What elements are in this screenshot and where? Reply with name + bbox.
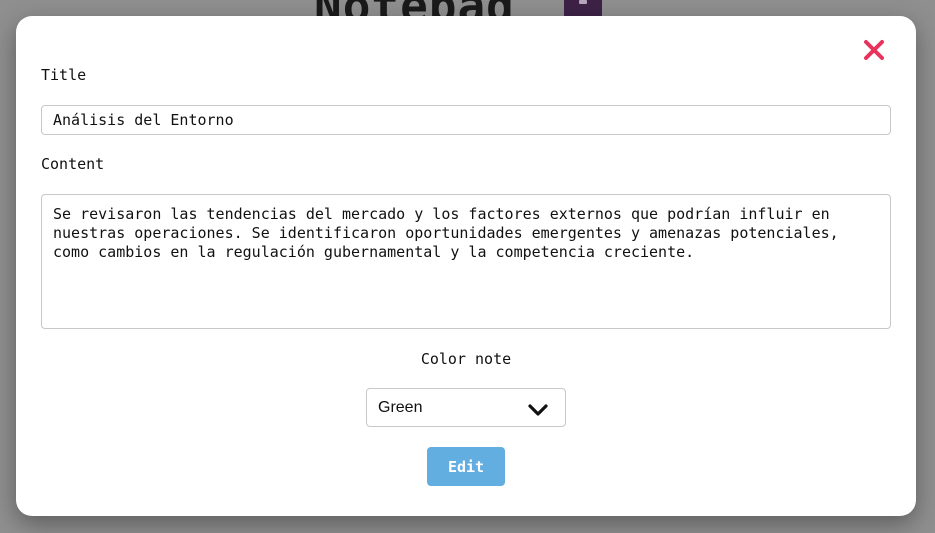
chevron-down-icon bbox=[528, 404, 548, 416]
edit-button[interactable]: Edit bbox=[427, 447, 505, 486]
content-label: Content bbox=[41, 155, 105, 173]
color-note-label: Color note bbox=[420, 350, 512, 368]
close-icon bbox=[864, 40, 884, 60]
color-select[interactable]: Green bbox=[366, 388, 566, 427]
title-input[interactable] bbox=[41, 105, 891, 135]
color-select-value: Green bbox=[378, 399, 423, 416]
edit-note-modal: Title Content Se revisaron las tendencia… bbox=[16, 16, 916, 516]
close-button[interactable] bbox=[862, 38, 886, 62]
content-textarea[interactable]: Se revisaron las tendencias del mercado … bbox=[41, 194, 891, 329]
title-label: Title bbox=[41, 66, 87, 84]
